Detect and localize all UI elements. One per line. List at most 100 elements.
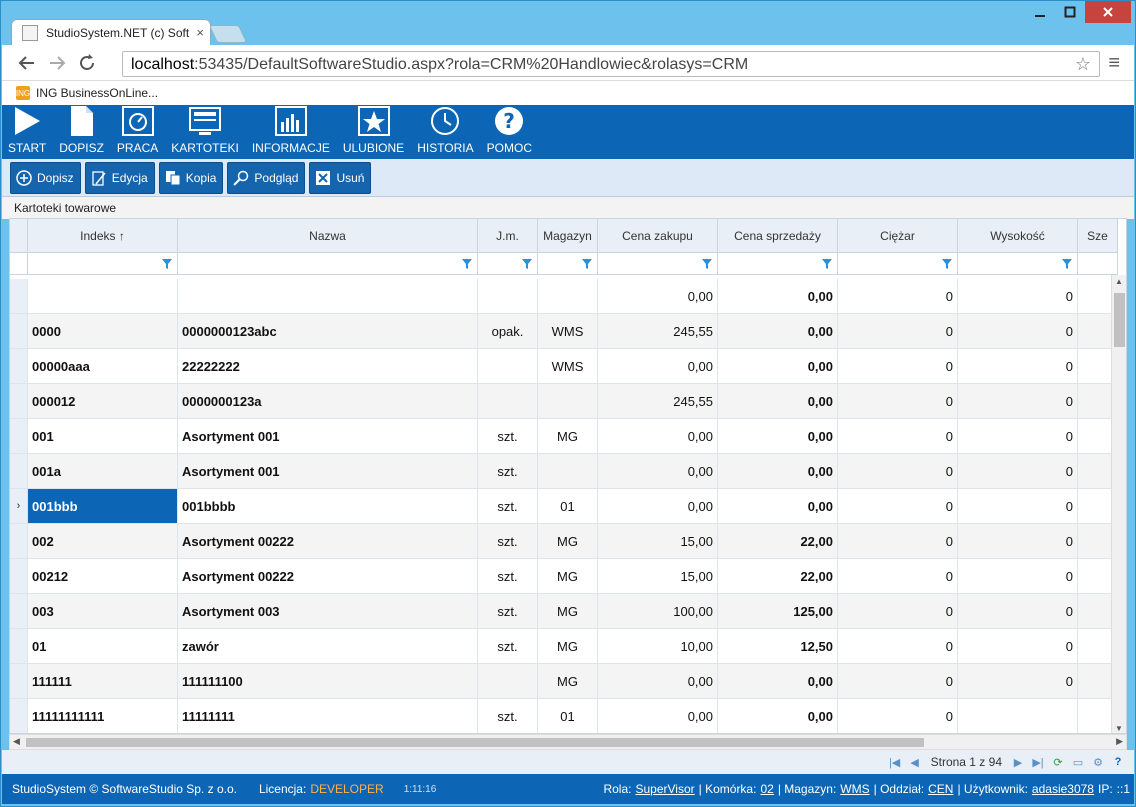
table-cell[interactable]: 245,55	[598, 384, 718, 418]
scroll-right-icon[interactable]: ▶	[1116, 736, 1123, 747]
table-row[interactable]: 00000aaa 22222222 WMS 0,00 0,00 0 0	[10, 349, 1118, 384]
cell-link[interactable]: 02	[760, 782, 773, 796]
table-cell[interactable]: 0	[838, 419, 958, 453]
column-header[interactable]: Nazwa	[178, 219, 478, 253]
reload-button[interactable]	[76, 53, 98, 79]
table-cell[interactable]: 001bbbb	[178, 489, 478, 523]
table-cell[interactable]: 245,55	[598, 314, 718, 348]
column-filter-cell[interactable]	[28, 253, 178, 275]
table-cell[interactable]: 0	[958, 594, 1078, 628]
table-row[interactable]: 0,00 0,00 0 0	[10, 279, 1118, 314]
dopisz-button[interactable]: Dopisz	[10, 161, 81, 194]
warehouse-link[interactable]: WMS	[840, 782, 869, 796]
table-cell[interactable]: szt.	[478, 489, 538, 523]
table-cell[interactable]: 000012	[28, 384, 178, 418]
column-header[interactable]: Magazyn	[538, 219, 598, 253]
table-cell[interactable]: 01	[538, 699, 598, 733]
row-indicator[interactable]: ›	[10, 489, 28, 523]
filter-icon[interactable]	[581, 257, 593, 269]
table-cell[interactable]: 0	[838, 279, 958, 313]
table-cell[interactable]: 22,00	[718, 524, 838, 558]
vertical-scroll-thumb[interactable]	[1114, 293, 1125, 347]
table-row[interactable]: 01 zawór szt. MG 10,00 12,50 0 0	[10, 629, 1118, 664]
row-indicator[interactable]	[10, 559, 28, 593]
row-indicator[interactable]	[10, 454, 28, 488]
table-cell[interactable]: 0	[958, 629, 1078, 663]
table-cell[interactable]: 0,00	[718, 384, 838, 418]
table-cell[interactable]: 0	[838, 699, 958, 733]
filter-icon[interactable]	[461, 257, 473, 269]
table-cell[interactable]: 0,00	[598, 279, 718, 313]
settings-icon[interactable]: ⚙	[1090, 756, 1106, 769]
table-cell[interactable]	[538, 454, 598, 488]
table-row[interactable]: 0000 0000000123abc opak. WMS 245,55 0,00 0 0	[10, 314, 1118, 349]
table-cell[interactable]: 0	[838, 314, 958, 348]
export-icon[interactable]: ▭	[1070, 756, 1086, 769]
table-cell[interactable]: MG	[538, 629, 598, 663]
row-indicator[interactable]	[10, 384, 28, 418]
table-cell[interactable]: 0	[838, 384, 958, 418]
podglad-button[interactable]: Podgląd	[227, 161, 306, 194]
filter-icon[interactable]	[701, 257, 713, 269]
table-cell[interactable]: Asortyment 00222	[178, 559, 478, 593]
kopia-button[interactable]: Kopia	[158, 161, 224, 194]
table-cell[interactable]: 11111111	[178, 699, 478, 733]
table-cell[interactable]: 0000000123abc	[178, 314, 478, 348]
table-cell[interactable]: 0	[838, 664, 958, 698]
tab-close-icon[interactable]: ×	[196, 25, 204, 40]
column-filter-cell[interactable]	[178, 253, 478, 275]
scroll-down-icon[interactable]: ▼	[1115, 724, 1123, 733]
table-cell[interactable]: szt.	[478, 699, 538, 733]
table-row[interactable]: 001 Asortyment 001 szt. MG 0,00 0,00 0 0	[10, 419, 1118, 454]
table-cell[interactable]: 0000000123a	[178, 384, 478, 418]
table-row[interactable]: 003 Asortyment 003 szt. MG 100,00 125,00 0 0	[10, 594, 1118, 629]
column-header[interactable]: Indeks ↑	[28, 219, 178, 253]
branch-link[interactable]: CEN	[928, 782, 953, 796]
table-cell[interactable]	[478, 349, 538, 383]
ribbon-kartoteki[interactable]: KARTOTEKI	[171, 105, 239, 159]
table-cell[interactable]: 11111111111	[28, 699, 178, 733]
table-cell[interactable]: szt.	[478, 594, 538, 628]
table-cell[interactable]: 0	[958, 559, 1078, 593]
table-cell[interactable]: 00000aaa	[28, 349, 178, 383]
table-cell[interactable]: 0,00	[718, 454, 838, 488]
column-header[interactable]: Sze	[1078, 219, 1118, 253]
column-filter-cell[interactable]	[598, 253, 718, 275]
horizontal-scroll-thumb[interactable]	[26, 738, 924, 747]
prev-page-icon[interactable]: ◀	[907, 756, 923, 769]
table-cell[interactable]: 0,00	[718, 489, 838, 523]
table-cell[interactable]: szt.	[478, 524, 538, 558]
table-row[interactable]: 11111111111 11111111 szt. 01 0,00 0,00 0	[10, 699, 1118, 733]
table-cell[interactable]: 001	[28, 419, 178, 453]
table-cell[interactable]: szt.	[478, 419, 538, 453]
row-indicator[interactable]	[10, 629, 28, 663]
row-indicator[interactable]	[10, 524, 28, 558]
table-cell[interactable]: 0	[958, 314, 1078, 348]
table-cell[interactable]: MG	[538, 559, 598, 593]
row-indicator[interactable]	[10, 664, 28, 698]
table-cell[interactable]: 0	[838, 559, 958, 593]
table-cell[interactable]: 0	[958, 524, 1078, 558]
table-cell[interactable]: 0,00	[718, 419, 838, 453]
role-link[interactable]: SuperVisor	[635, 782, 694, 796]
url-input[interactable]: localhost:53435/DefaultSoftwareStudio.as…	[122, 51, 1100, 77]
close-window-button[interactable]	[1085, 1, 1131, 23]
table-cell[interactable]: MG	[538, 524, 598, 558]
edycja-button[interactable]: Edycja	[84, 161, 155, 194]
vertical-scrollbar[interactable]: ▲ ▼	[1111, 275, 1126, 733]
table-cell[interactable]: 0	[958, 489, 1078, 523]
forward-button[interactable]	[46, 53, 68, 79]
table-cell[interactable]: 01	[538, 489, 598, 523]
table-cell[interactable]: 125,00	[718, 594, 838, 628]
table-cell[interactable]: 22222222	[178, 349, 478, 383]
table-cell[interactable]: 111111100	[178, 664, 478, 698]
table-cell[interactable]: 001bbb	[28, 489, 178, 523]
first-page-icon[interactable]: |◀	[887, 756, 903, 769]
minimize-button[interactable]	[1025, 1, 1055, 23]
scroll-left-icon[interactable]: ◀	[13, 736, 20, 747]
table-cell[interactable]: 00212	[28, 559, 178, 593]
table-cell[interactable]: 0,00	[718, 279, 838, 313]
column-header[interactable]: Cena sprzedaży	[718, 219, 838, 253]
horizontal-scrollbar[interactable]: ◀ ▶	[9, 734, 1127, 750]
table-cell[interactable]: 0	[958, 349, 1078, 383]
